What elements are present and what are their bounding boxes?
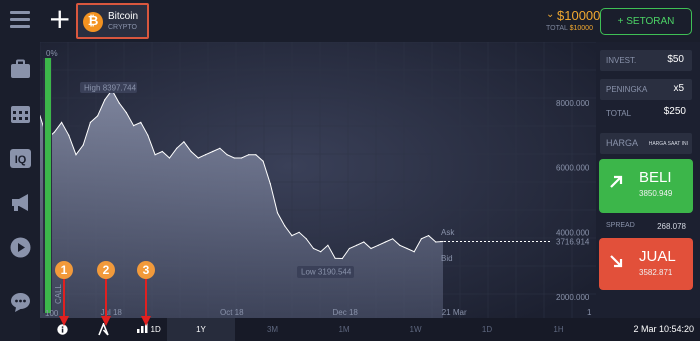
annotation-arrow-3 xyxy=(141,278,151,326)
trading-app: + ₿ Bitcoin CRYPTO ⌄ $10000 TOTAL $10000… xyxy=(0,0,700,341)
annotation-marker-3: 3 xyxy=(137,261,155,279)
annotation-marker-2: 2 xyxy=(97,261,115,279)
annotation-overlay xyxy=(59,278,151,326)
annotation-arrow-1 xyxy=(59,278,69,326)
annotation-arrow-2 xyxy=(101,278,111,326)
annotation-marker-1: 1 xyxy=(55,261,73,279)
